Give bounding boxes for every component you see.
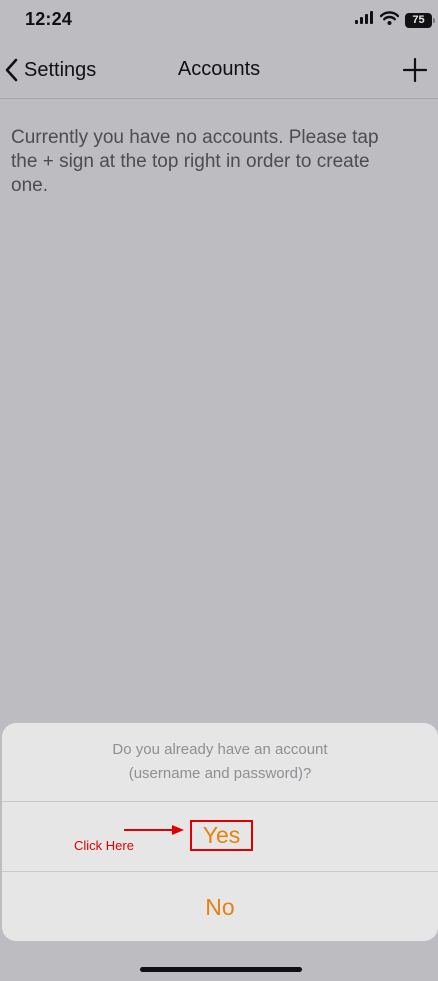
plus-icon — [402, 57, 428, 87]
wifi-icon — [379, 10, 400, 30]
annotation-arrow-icon — [124, 825, 184, 835]
chevron-left-icon — [4, 58, 18, 82]
action-sheet-message-line1: Do you already have an account — [112, 741, 328, 758]
no-option[interactable]: No — [2, 872, 438, 941]
status-bar: 12:24 75 — [0, 0, 438, 42]
back-button-label: Settings — [24, 58, 97, 81]
status-time: 12:24 — [25, 9, 73, 29]
yes-option[interactable]: Yes — [2, 802, 438, 872]
action-sheet-message: Do you already have an account (username… — [2, 723, 438, 801]
add-account-button[interactable] — [402, 57, 428, 83]
annotation-label: Click Here — [74, 838, 134, 853]
action-sheet: Do you already have an account (username… — [2, 723, 438, 941]
back-button[interactable]: Settings — [4, 56, 96, 84]
yes-button-label[interactable]: Yes — [190, 820, 253, 851]
navigation-bar: Settings Accounts — [0, 42, 438, 99]
action-sheet-message-line2: (username and password)? — [128, 765, 312, 782]
no-button-label: No — [205, 894, 235, 920]
status-icons: 75 — [355, 10, 435, 30]
signal-icon — [355, 11, 374, 29]
no-accounts-message: Currently you have no accounts. Please t… — [11, 127, 379, 196]
home-indicator[interactable] — [140, 967, 302, 972]
battery-icon: 75 — [405, 12, 435, 28]
